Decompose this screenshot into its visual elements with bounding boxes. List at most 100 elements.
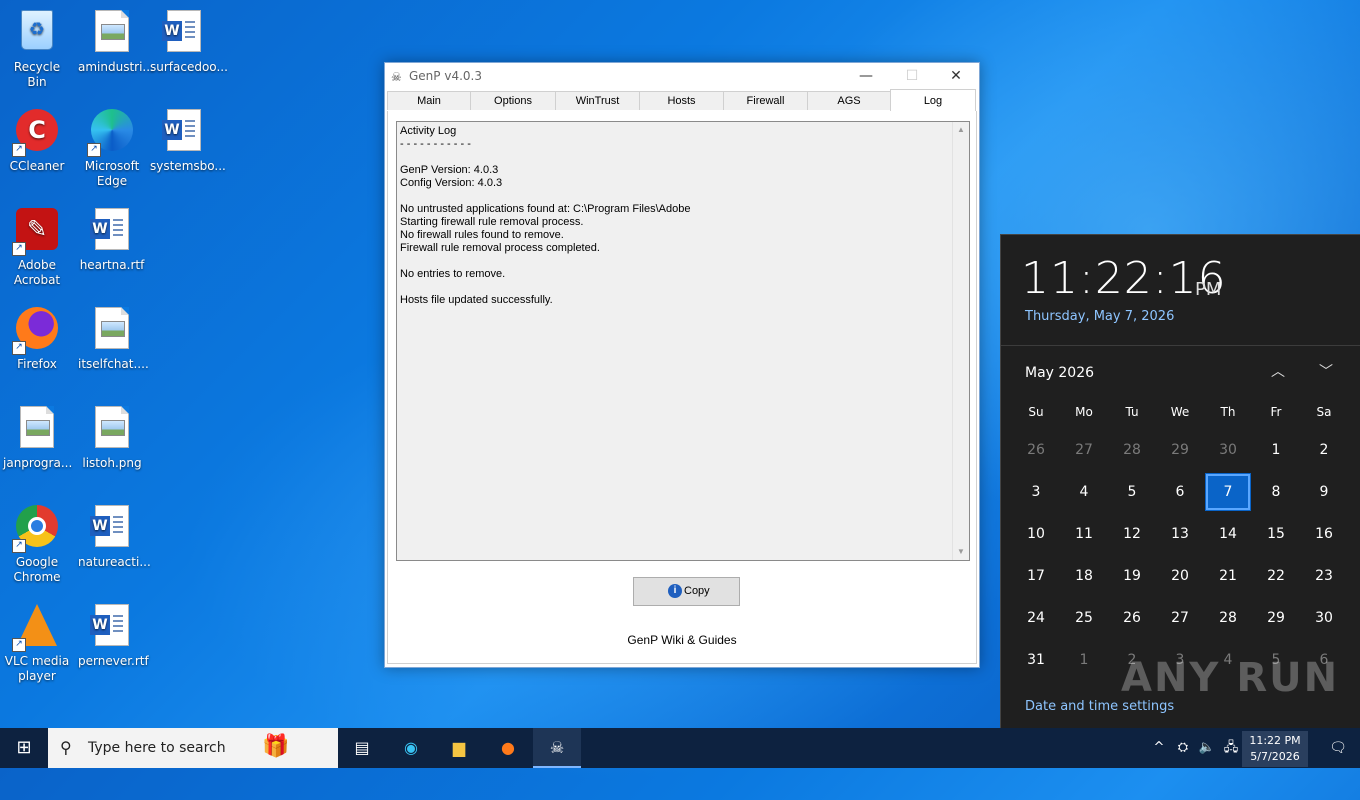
calendar-day[interactable]: 26 [1109,599,1155,637]
image-file-icon [89,307,135,353]
calendar-day[interactable]: 29 [1157,431,1203,469]
calendar-day[interactable]: 10 [1013,515,1059,553]
calendar-day[interactable]: 30 [1205,431,1251,469]
edge-taskbar-button[interactable]: ◉ [387,728,435,768]
tab-main[interactable]: Main [387,91,471,110]
log-scrollbar[interactable]: ▲ ▼ [952,122,969,560]
calendar-day[interactable]: 29 [1253,599,1299,637]
tray-app-icon[interactable]: ⛭ [1172,728,1194,768]
shortcut-arrow-icon: ↗ [12,638,26,652]
calendar-day[interactable]: 1 [1253,431,1299,469]
taskbar: ⊞ ⚲ Type here to search 🎁 ▤ ◉ ▆ ● ☠ ^ ⛭ … [0,728,1360,768]
desktop-icon-recycle-bin[interactable]: ♻ Recycle Bin [1,4,73,90]
calendar-day[interactable]: 7 [1205,473,1251,511]
calendar-day[interactable]: 26 [1013,431,1059,469]
calendar-day[interactable]: 13 [1157,515,1203,553]
desktop-icon-listoh-png[interactable]: listoh.png [76,400,148,471]
calendar-day[interactable]: 18 [1061,557,1107,595]
notification-button[interactable]: 🗨 [1316,728,1360,768]
tab-ags[interactable]: AGS [807,91,891,110]
calendar-day[interactable]: 19 [1109,557,1155,595]
tab-options[interactable]: Options [470,91,556,110]
calendar-day[interactable]: 28 [1109,431,1155,469]
chevron-up-icon: ^ [1153,740,1165,755]
calendar-day[interactable]: 1 [1061,641,1107,679]
tab-log[interactable]: Log [890,89,976,112]
desktop-icon-surfacedoo[interactable]: Wsurfacedoo... [148,4,228,75]
calendar-day[interactable]: 17 [1013,557,1059,595]
network-button[interactable]: 🖧 [1220,728,1242,768]
chevron-up-icon[interactable]: ︿ [1263,357,1293,387]
calendar-day[interactable]: 20 [1157,557,1203,595]
desktop-icon-heartna-rtf[interactable]: Wheartna.rtf [76,202,148,273]
calendar-day[interactable]: 21 [1205,557,1251,595]
calendar-day[interactable]: 3 [1013,473,1059,511]
tab-firewall[interactable]: Firewall [723,91,808,110]
tab-wintrust[interactable]: WinTrust [555,91,640,110]
scroll-down-icon[interactable]: ▼ [953,544,969,560]
firefox-taskbar-button[interactable]: ● [484,728,532,768]
calendar-day[interactable]: 14 [1205,515,1251,553]
desktop-icon-vlc-media-player[interactable]: ↗ VLC media player [1,598,73,684]
image-file-icon [89,10,135,56]
word-doc-icon: W [89,505,135,551]
calendar-day[interactable]: 27 [1157,599,1203,637]
genp-wiki-link[interactable]: GenP Wiki & Guides [388,633,976,647]
flyout-long-date[interactable]: Thursday, May 7, 2026 [1025,309,1174,324]
tab-hosts[interactable]: Hosts [639,91,724,110]
desktop-icon-ccleaner[interactable]: C ↗ CCleaner [1,103,73,174]
taskbar-clock[interactable]: 11:22 PM 5/7/2026 [1242,731,1308,767]
title-bar[interactable]: ☠ GenP v4.0.3 — ☐ ✕ [385,63,979,91]
desktop-icon-itselfchat[interactable]: itselfchat.... [76,301,149,372]
desktop-icon-google-chrome[interactable]: ↗ Google Chrome [1,499,73,585]
volume-button[interactable]: 🔈 [1196,728,1218,768]
calendar-day[interactable]: 12 [1109,515,1155,553]
desktop-icon-systemsbo[interactable]: Wsystemsbo... [148,103,226,174]
task-view-button[interactable]: ▤ [338,728,386,768]
calendar-day[interactable]: 16 [1301,515,1347,553]
start-button[interactable]: ⊞ [0,728,48,768]
minimize-button[interactable]: — [843,63,889,91]
close-button[interactable]: ✕ [933,63,979,91]
copy-button-label: Copy [684,585,710,597]
calendar-day[interactable]: 2 [1301,431,1347,469]
calendar-day[interactable]: 22 [1253,557,1299,595]
calendar-day[interactable]: 25 [1061,599,1107,637]
desktop-icon-firefox[interactable]: ↗ Firefox [1,301,73,372]
scroll-up-icon[interactable]: ▲ [953,122,969,138]
calendar-day[interactable]: 5 [1109,473,1155,511]
calendar-day[interactable]: 15 [1253,515,1299,553]
desktop-icon-janprogra[interactable]: janprogra... [1,400,73,471]
calendar-month-label[interactable]: May 2026 [1025,365,1094,381]
calendar-day[interactable]: 8 [1253,473,1299,511]
image-file-icon [14,406,60,452]
file-explorer-button[interactable]: ▆ [435,728,483,768]
calendar-day[interactable]: 24 [1013,599,1059,637]
desktop-icon-natureacti[interactable]: Wnatureacti... [76,499,151,570]
calendar-day[interactable]: 9 [1301,473,1347,511]
desktop-icon-pernever-rtf[interactable]: Wpernever.rtf [76,598,149,669]
calendar-day[interactable]: 6 [1157,473,1203,511]
calendar-day[interactable]: 27 [1061,431,1107,469]
desktop-icon-amindustri[interactable]: amindustri... [76,4,154,75]
calendar-day[interactable]: 30 [1301,599,1347,637]
calendar-day[interactable]: 11 [1061,515,1107,553]
chrome-icon: ↗ [12,505,60,553]
desktop-icon-label: heartna.rtf [79,258,145,272]
calendar-day[interactable]: 4 [1061,473,1107,511]
shortcut-arrow-icon: ↗ [12,539,26,553]
recycle-bin-icon: ♻ [14,10,60,56]
calendar-day[interactable]: 31 [1013,641,1059,679]
show-hidden-icons[interactable]: ^ [1148,728,1170,768]
desktop-icon-microsoft-edge[interactable]: ↗ Microsoft Edge [76,103,148,189]
search-box[interactable]: ⚲ Type here to search 🎁 [48,728,338,768]
maximize-button[interactable]: ☐ [889,63,935,91]
genp-taskbar-button[interactable]: ☠ [533,728,581,768]
activity-log-textbox[interactable]: Activity Log - - - - - - - - - - - GenP … [396,121,970,561]
date-time-settings-link[interactable]: Date and time settings [1025,699,1174,714]
desktop-icon-adobe-acrobat[interactable]: ✎ ↗ Adobe Acrobat [1,202,73,288]
calendar-day[interactable]: 28 [1205,599,1251,637]
chevron-down-icon[interactable]: ﹀ [1311,357,1341,387]
copy-button[interactable]: i Copy [633,577,740,606]
calendar-day[interactable]: 23 [1301,557,1347,595]
